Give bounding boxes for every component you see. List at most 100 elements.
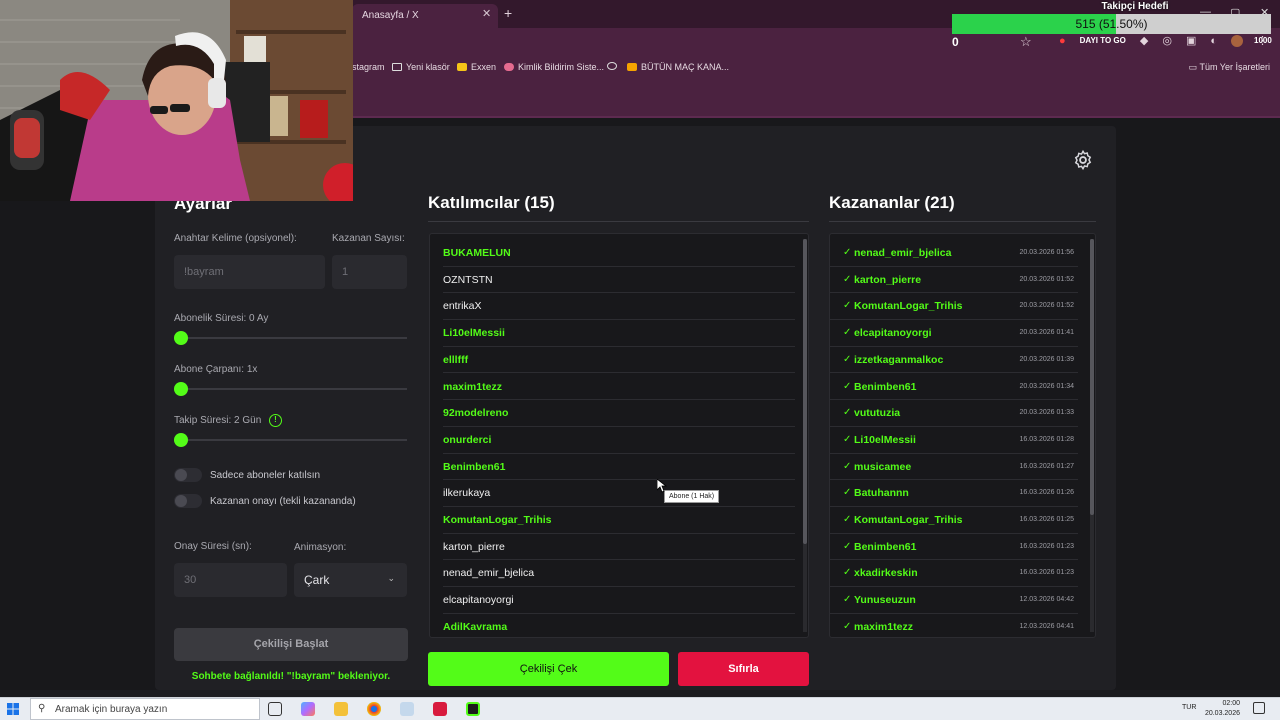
tab-close-icon[interactable]: ✕ — [482, 7, 491, 20]
app-icon[interactable] — [433, 702, 447, 716]
extension-badge[interactable]: DAYI TO GO — [1080, 36, 1126, 45]
gear-icon[interactable] — [1072, 149, 1094, 171]
avatar[interactable] — [1231, 34, 1243, 47]
winner-row[interactable]: ✓ KomutanLogar_Trihis 16.03.2026 01:25 — [830, 507, 1078, 534]
scrollbar-thumb[interactable] — [803, 239, 807, 544]
animation-select[interactable]: Çark ⌄ — [294, 563, 407, 597]
participant-row[interactable]: karton_pierre — [443, 534, 795, 561]
winner-date: 16.03.2026 01:23 — [1019, 542, 1075, 550]
participant-row[interactable]: BUKAMELUN — [443, 240, 795, 267]
winner-row[interactable]: ✓ Yunuseuzun 12.03.2026 04:42 — [830, 587, 1078, 614]
winner-row[interactable]: ✓ Benimben61 16.03.2026 01:23 — [830, 534, 1078, 561]
clock-date: 20.03.2026 — [1204, 710, 1240, 717]
reset-button[interactable]: Sıfırla — [678, 652, 809, 686]
winners-scrollbar[interactable] — [1090, 239, 1094, 632]
extension-icon[interactable]: ◆ — [1140, 34, 1148, 47]
winner-date: 20.03.2026 01:52 — [1019, 302, 1075, 310]
winner-row[interactable]: ✓ xkadirkeskin 16.03.2026 01:23 — [830, 560, 1078, 588]
subscription-duration-slider[interactable] — [174, 331, 407, 345]
participant-row[interactable]: nenad_emir_bjelica — [443, 560, 795, 588]
winner-row[interactable]: ✓ maxim1tezz 12.03.2026 04:41 — [830, 614, 1078, 637]
participant-row[interactable]: maxim1tezz — [443, 374, 795, 401]
winner-row[interactable]: ✓ Li10elMessii 16.03.2026 01:28 — [830, 427, 1078, 454]
participant-row[interactable]: 92modelreno — [443, 400, 795, 427]
winner-name: maxim1tezz — [854, 620, 913, 633]
winner-row[interactable]: ✓ izzetkaganmalkoc 20.03.2026 01:39 — [830, 347, 1078, 374]
winner-row[interactable]: ✓ elcapitanoyorgi 20.03.2026 01:41 — [830, 320, 1078, 347]
extension-icon[interactable]: ◐ — [1210, 35, 1217, 47]
chrome-icon[interactable] — [367, 702, 381, 716]
bookmark-item[interactable]: Kimlik Bildirim Siste... — [504, 62, 604, 72]
winner-row[interactable]: ✓ karton_pierre 20.03.2026 01:52 — [830, 267, 1078, 294]
winner-row[interactable]: ✓ nenad_emir_bjelica 20.03.2026 01:56 — [830, 240, 1078, 267]
participant-row[interactable]: Li10elMessii — [443, 320, 795, 347]
only-subscribers-toggle[interactable] — [174, 468, 202, 482]
windows-start-icon[interactable] — [7, 703, 19, 715]
participants-scrollbar[interactable] — [803, 239, 807, 632]
notepad-icon[interactable] — [400, 702, 414, 716]
confirm-time-input[interactable]: 30 — [174, 563, 287, 597]
bookmark-item[interactable]: Exxen — [457, 62, 496, 72]
participant-row[interactable]: entrikaX — [443, 293, 795, 321]
winner-confirm-toggle[interactable] — [174, 494, 202, 508]
bookmark-label: Exxen — [471, 62, 497, 72]
participant-row[interactable]: elllfff — [443, 347, 795, 374]
bookmark-item[interactable]: stagram — [352, 62, 385, 72]
puzzle-icon[interactable]: ▣ — [1186, 34, 1196, 47]
keyword-input[interactable]: !bayram — [174, 255, 325, 289]
bookmark-item[interactable]: BÜTÜN MAÇ KANA... — [627, 62, 729, 72]
winner-name: vututuzia — [854, 407, 901, 420]
bookmark-item[interactable] — [607, 62, 617, 70]
winner-row[interactable]: ✓ musicamee 16.03.2026 01:27 — [830, 454, 1078, 481]
kick-app-icon[interactable] — [466, 702, 480, 716]
info-icon[interactable]: ! — [269, 414, 282, 427]
all-bookmarks-label: Tüm Yer İşaretleri — [1199, 62, 1270, 72]
slider-knob[interactable] — [174, 331, 188, 345]
winner-date: 16.03.2026 01:26 — [1019, 489, 1075, 497]
winner-row[interactable]: ✓ Benimben61 20.03.2026 01:34 — [830, 374, 1078, 401]
file-explorer-icon[interactable] — [334, 702, 348, 716]
task-view-icon[interactable] — [268, 702, 282, 716]
copilot-icon[interactable] — [301, 702, 315, 716]
browser-tab[interactable]: Anasayfa / X — [352, 4, 498, 28]
draw-giveaway-button[interactable]: Çekilişi Çek — [428, 652, 669, 686]
keyword-label: Anahtar Kelime (opsiyonel): — [174, 233, 297, 244]
participant-row[interactable]: Benimben61 — [443, 454, 795, 481]
slider-knob[interactable] — [174, 433, 188, 447]
language-indicator[interactable]: TUR — [1182, 704, 1196, 711]
winner-row[interactable]: ✓ KomutanLogar_Trihis 20.03.2026 01:52 — [830, 293, 1078, 321]
winners-list[interactable]: ✓ nenad_emir_bjelica 20.03.2026 01:56 ✓ kart… — [829, 233, 1096, 638]
winner-row[interactable]: ✓ vututuzia 20.03.2026 01:33 — [830, 400, 1078, 427]
participants-list[interactable]: BUKAMELUN OZNTSTN entrikaX Li10elMessii elll… — [429, 233, 809, 638]
taskbar-search-input[interactable]: ⚲ Aramak için buraya yazın — [30, 698, 260, 720]
extension-icon[interactable]: ◎ — [1162, 34, 1172, 47]
bookmark-star-icon[interactable]: ☆ — [1020, 34, 1032, 50]
winner-date: 16.03.2026 01:28 — [1019, 435, 1075, 443]
notifications-icon[interactable] — [1253, 702, 1265, 714]
slider-knob[interactable] — [174, 382, 188, 396]
winner-name: elcapitanoyorgi — [854, 327, 932, 340]
clock[interactable]: 02:00 20.03.2026 — [1205, 699, 1240, 719]
participant-row[interactable]: AdilKavrama — [443, 614, 795, 637]
bookmark-label: Kimlik Bildirim Siste... — [518, 62, 605, 72]
checkmark-icon: ✓ — [843, 433, 852, 445]
follow-duration-unit: Gün — [242, 415, 262, 426]
winners-count-input[interactable]: 1 — [332, 255, 407, 289]
participant-row[interactable]: elcapitanoyorgi — [443, 587, 795, 614]
participant-row[interactable]: onurderci — [443, 427, 795, 454]
start-giveaway-button[interactable]: Çekilişi Başlat — [174, 628, 408, 661]
new-tab-icon[interactable]: + — [504, 5, 512, 21]
sub-multiplier-label: Abone Çarpanı: 1x — [174, 364, 258, 375]
record-icon[interactable]: ● — [1059, 35, 1066, 47]
participant-row[interactable]: OZNTSTN — [443, 267, 795, 294]
participant-row[interactable]: ilkerukaya — [443, 480, 795, 507]
winner-row[interactable]: ✓ Batuhannn 16.03.2026 01:26 — [830, 480, 1078, 507]
sub-multiplier-slider[interactable] — [174, 382, 407, 396]
winner-name: karton_pierre — [854, 273, 922, 286]
all-bookmarks[interactable]: ▭ Tüm Yer İşaretleri — [1189, 62, 1270, 73]
participant-row[interactable]: KomutanLogar_Trihis — [443, 507, 795, 534]
follow-duration-slider[interactable] — [174, 433, 407, 447]
goal-progress-bar: 515 (51.50%) — [952, 14, 1271, 34]
scrollbar-thumb[interactable] — [1090, 239, 1094, 515]
bookmark-item[interactable]: Yeni klasör — [392, 62, 450, 72]
